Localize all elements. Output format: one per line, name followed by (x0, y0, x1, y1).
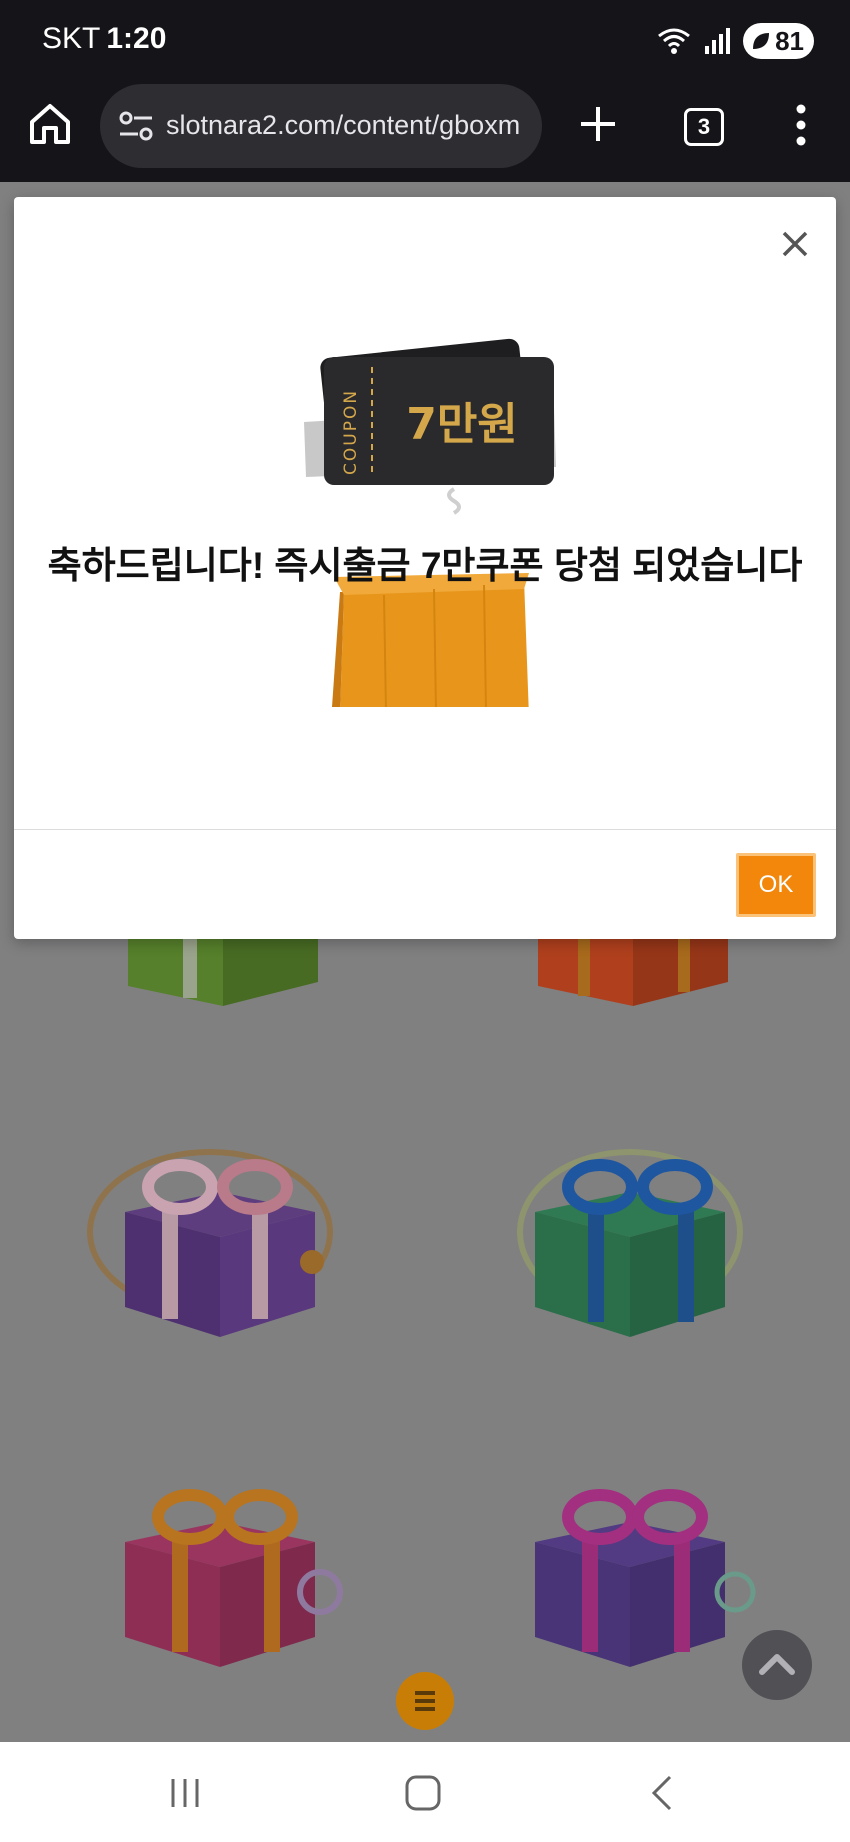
coupon-vertical-label: COUPON (341, 389, 361, 475)
ok-button[interactable]: OK (736, 853, 816, 917)
status-icons: 81 (657, 22, 814, 60)
status-carrier-time: SKT 1:20 (42, 22, 166, 56)
back-nav-icon[interactable] (648, 1774, 678, 1812)
url-text[interactable]: slotnara2.com/content/gboxm (166, 110, 536, 141)
home-icon[interactable] (26, 100, 74, 148)
scroll-top-button[interactable] (742, 1630, 812, 1700)
tab-switcher-button[interactable]: 3 (684, 108, 724, 146)
dialog-divider (14, 829, 836, 830)
leaf-icon (753, 33, 770, 49)
prize-message: 축하드립니다! 즉시출금 7만쿠폰 당첨 되었습니다 (47, 545, 803, 586)
new-tab-icon[interactable] (578, 104, 618, 144)
site-settings-icon[interactable] (118, 110, 154, 142)
browser-toolbar: slotnara2.com/content/gboxm 3 (0, 80, 850, 182)
signal-icon (705, 28, 731, 54)
gift-box-violet[interactable] (490, 1472, 770, 1672)
address-bar[interactable]: slotnara2.com/content/gboxm (100, 84, 542, 168)
close-icon[interactable] (778, 227, 812, 261)
clock: 1:20 (106, 22, 167, 55)
coupon-amount: 7만원 (406, 399, 518, 450)
menu-fab-button[interactable] (396, 1672, 454, 1730)
wifi-icon (658, 28, 691, 54)
gift-box-purple[interactable] (80, 1142, 360, 1342)
carrier-label: SKT (42, 22, 101, 55)
more-menu-icon[interactable] (786, 102, 816, 148)
prize-dialog: COUPON 7만원 축하드립니다! 즉시출금 7만쿠폰 당첨 되었습니다 OK (14, 197, 836, 939)
recent-apps-icon[interactable] (168, 1776, 202, 1810)
gift-box-pink[interactable] (80, 1472, 360, 1672)
gift-box-teal[interactable] (490, 1142, 770, 1342)
home-nav-icon[interactable] (404, 1774, 442, 1812)
coupon-box-illustration: COUPON 7만원 (304, 338, 556, 707)
system-nav-bar (0, 1742, 850, 1842)
battery-level: 81 (775, 25, 804, 56)
battery-indicator: 81 (743, 23, 814, 59)
status-bar: SKT 1:20 81 (0, 0, 850, 80)
